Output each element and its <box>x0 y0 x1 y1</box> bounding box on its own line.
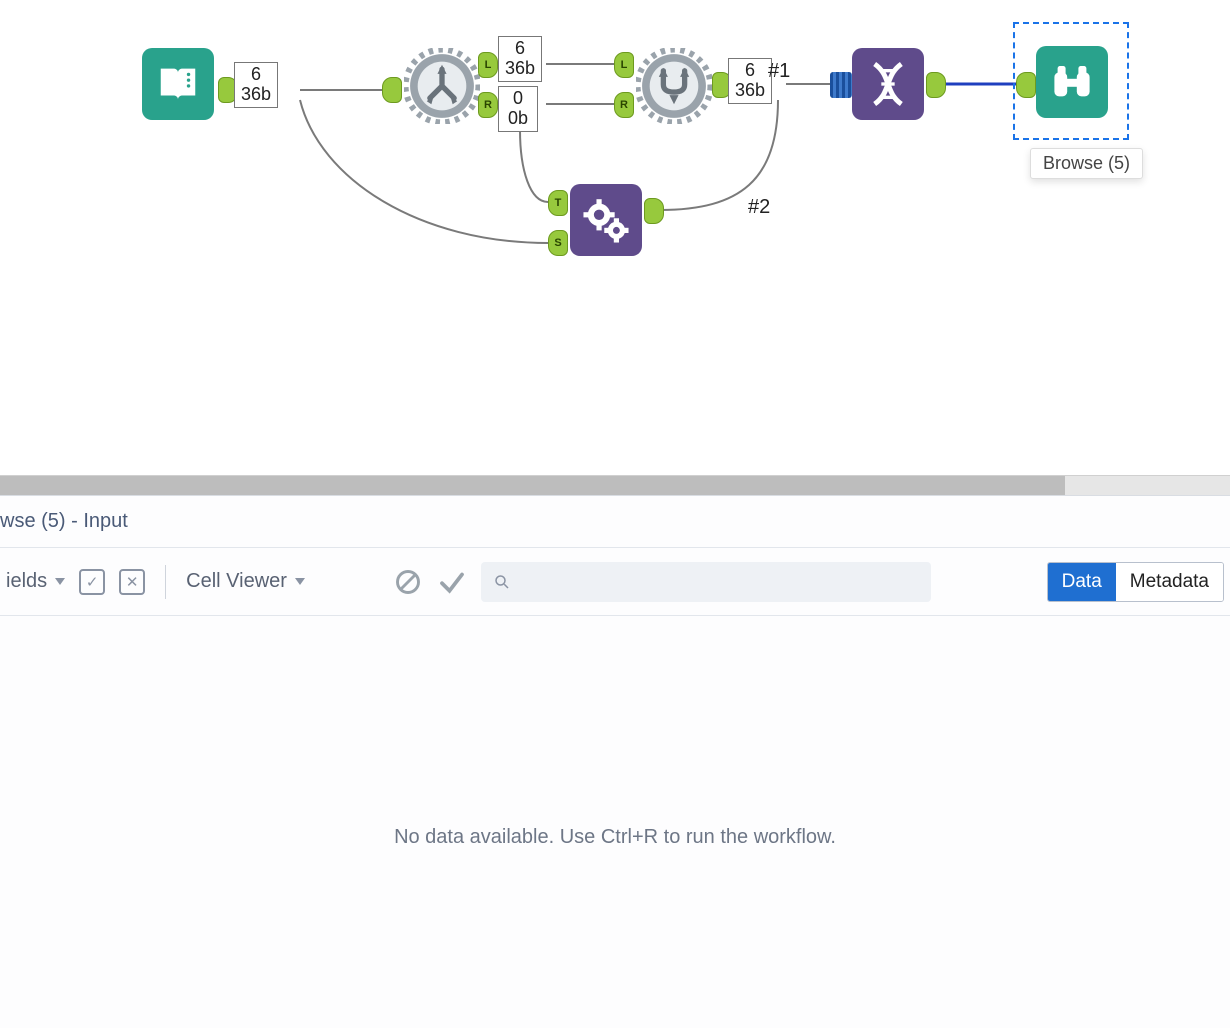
search-icon <box>493 573 511 591</box>
browse-in-anchor[interactable] <box>1016 72 1036 98</box>
input-data-tool[interactable] <box>142 48 214 120</box>
gear-union-icon <box>636 48 712 124</box>
split-in-anchor[interactable] <box>382 77 402 103</box>
union-in-r-anchor[interactable]: R <box>614 92 634 118</box>
binoculars-icon <box>1048 58 1096 106</box>
split-bot-tag: 0 0b <box>498 86 538 132</box>
gear-split-icon <box>404 48 480 124</box>
data-tab[interactable]: Data <box>1048 563 1116 601</box>
results-search-input[interactable] <box>481 562 931 602</box>
toolbar-separator <box>165 565 166 599</box>
split-out-r-anchor[interactable]: R <box>478 92 498 118</box>
split-top-tag: 6 36b <box>498 36 542 82</box>
hash-1-label: #1 <box>768 60 790 83</box>
browse-tool[interactable] <box>1036 46 1108 118</box>
browse-caption: Browse (5) <box>1030 148 1143 179</box>
dna-icon <box>863 59 913 109</box>
gears-icon <box>580 194 632 246</box>
disabled-icon[interactable] <box>393 567 423 597</box>
workflow-canvas[interactable]: 6 36b L R 6 36b 0 0b L R <box>0 0 1230 475</box>
select-all-icon[interactable]: ✓ <box>79 569 105 595</box>
union-in-l-anchor[interactable]: L <box>614 52 634 78</box>
book-icon <box>155 61 201 107</box>
split-out-l-anchor[interactable]: L <box>478 52 498 78</box>
helix-tool[interactable] <box>852 48 924 120</box>
ban-icon <box>394 568 422 596</box>
scroll-thumb[interactable] <box>0 476 1065 495</box>
input-out-tag: 6 36b <box>234 62 278 108</box>
hash-2-label: #2 <box>748 196 770 219</box>
results-toolbar: ields ✓ ✕ Cell Viewer <box>0 548 1230 616</box>
empty-state-message: No data available. Use Ctrl+R to run the… <box>0 826 1230 849</box>
results-title: wse (5) - Input <box>0 496 1230 548</box>
canvas-hscrollbar[interactable] <box>0 475 1230 495</box>
check-icon <box>437 567 467 597</box>
helix-out-anchor[interactable] <box>926 72 946 98</box>
union-out-tag: 6 36b <box>728 58 772 104</box>
macro-tool[interactable] <box>570 184 642 256</box>
container-in-anchor[interactable] <box>830 72 852 98</box>
macro-in-s-anchor[interactable]: S <box>548 230 568 256</box>
macro-in-t-anchor[interactable]: T <box>548 190 568 216</box>
split-tool[interactable] <box>404 48 472 116</box>
data-metadata-toggle: Data Metadata <box>1047 562 1224 602</box>
apply-icon[interactable] <box>437 567 467 597</box>
union-tool[interactable] <box>636 48 704 116</box>
deselect-all-icon[interactable]: ✕ <box>119 569 145 595</box>
caret-down-icon <box>55 578 65 585</box>
fields-dropdown[interactable]: ields <box>6 570 65 593</box>
cell-viewer-dropdown[interactable]: Cell Viewer <box>186 570 305 593</box>
caret-down-icon <box>295 578 305 585</box>
results-panel: wse (5) - Input ields ✓ ✕ Cell Viewer <box>0 495 1230 1028</box>
metadata-tab[interactable]: Metadata <box>1116 563 1223 601</box>
results-body: No data available. Use Ctrl+R to run the… <box>0 616 1230 1025</box>
macro-out-anchor[interactable] <box>644 198 664 224</box>
